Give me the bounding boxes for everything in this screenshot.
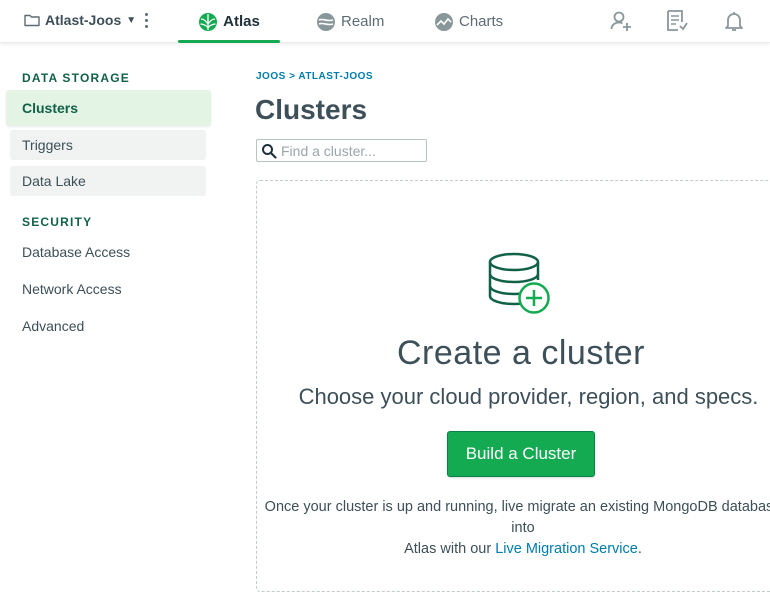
migration-text-end: . xyxy=(637,541,642,557)
migration-text-2: Atlas with our xyxy=(404,541,492,557)
breadcrumb-separator: > xyxy=(289,71,296,82)
realm-icon xyxy=(317,12,335,31)
project-name: Atlast-Joos xyxy=(45,12,122,28)
tab-charts-label: Charts xyxy=(459,13,504,30)
section-heading-security: SECURITY xyxy=(22,215,93,229)
breadcrumb-project[interactable]: ATLAST-JOOS xyxy=(298,71,373,82)
bell-icon[interactable] xyxy=(722,9,746,33)
tab-realm[interactable]: Realm xyxy=(316,0,384,43)
cluster-search xyxy=(256,139,427,162)
search-icon xyxy=(262,143,277,159)
empty-state-subtitle: Choose your cloud provider, region, and … xyxy=(298,384,759,409)
build-cluster-button[interactable]: Build a Cluster xyxy=(447,431,595,477)
tab-realm-label: Realm xyxy=(341,13,385,30)
top-navigation-bar: Atlast-Joos ▼ Atlas Realm Charts xyxy=(0,0,770,43)
sidebar-item-data-lake[interactable]: Data Lake xyxy=(10,166,206,196)
breadcrumb-org[interactable]: JOOS xyxy=(256,71,286,82)
breadcrumb: JOOS > ATLAST-JOOS xyxy=(256,71,373,82)
atlas-leaf-icon xyxy=(199,12,218,31)
charts-icon xyxy=(435,12,453,31)
sidebar-item-triggers[interactable]: Triggers xyxy=(10,130,206,160)
page-title: Clusters xyxy=(255,94,368,125)
tab-atlas-label: Atlas xyxy=(223,13,260,30)
tab-charts[interactable]: Charts xyxy=(434,0,503,43)
database-plus-icon xyxy=(488,252,550,314)
invite-user-icon[interactable] xyxy=(609,9,633,33)
search-input[interactable] xyxy=(281,142,421,159)
sidebar-item-clusters[interactable]: Clusters xyxy=(6,90,211,126)
sidebar-item-database-access[interactable]: Database Access xyxy=(6,234,211,270)
migration-note: Once your cluster is up and running, liv… xyxy=(258,497,770,560)
caret-down-icon: ▼ xyxy=(126,14,137,26)
sidebar-item-network-access[interactable]: Network Access xyxy=(6,271,211,307)
sidebar: DATA STORAGE Clusters Triggers Data Lake… xyxy=(0,44,230,600)
section-heading-data-storage: DATA STORAGE xyxy=(22,71,130,85)
folder-icon xyxy=(24,14,40,27)
empty-state-title: Create a cluster xyxy=(397,334,645,372)
migration-text-1: Once your cluster is up and running, liv… xyxy=(264,499,770,536)
sidebar-item-advanced[interactable]: Advanced xyxy=(6,308,211,344)
activity-feed-icon[interactable] xyxy=(665,9,689,33)
project-menu-icon[interactable] xyxy=(140,10,152,30)
project-selector[interactable]: Atlast-Joos ▼ xyxy=(24,10,136,30)
tab-atlas[interactable]: Atlas xyxy=(178,0,280,43)
live-migration-link[interactable]: Live Migration Service xyxy=(495,541,638,557)
